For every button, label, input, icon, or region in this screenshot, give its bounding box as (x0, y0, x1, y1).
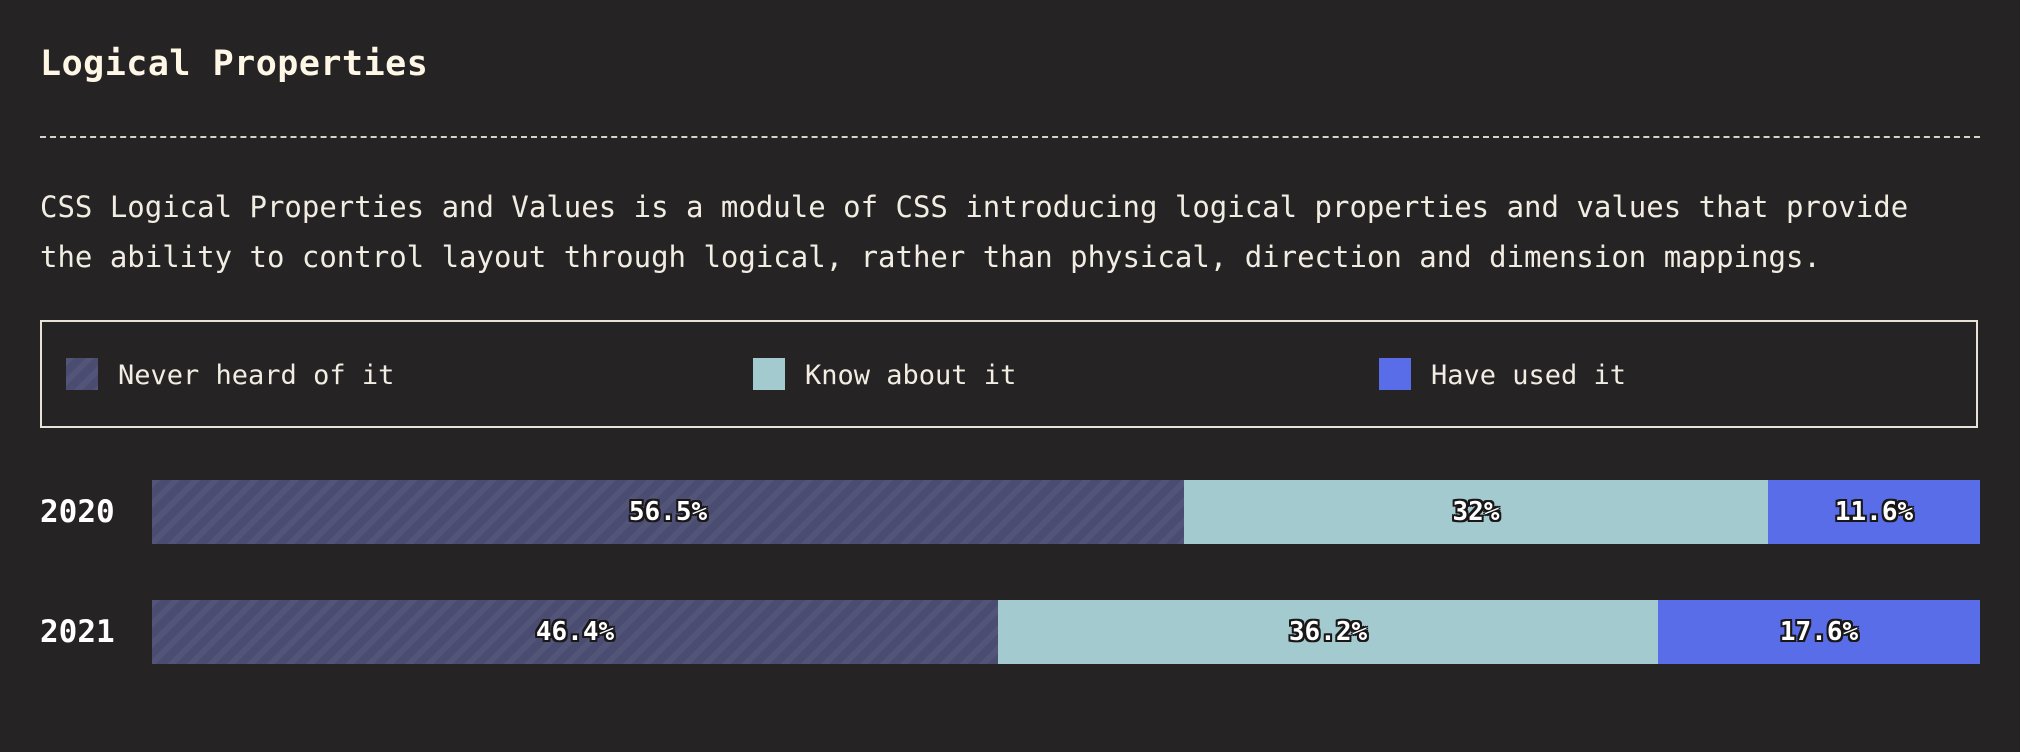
bar-2021: 46.4% 36.2% 17.6% (152, 600, 1980, 664)
legend-label-know-about: Know about it (805, 360, 1017, 391)
chart-title: Logical Properties (40, 44, 429, 84)
chart-legend: Never heard of it Know about it Have use… (40, 320, 1978, 428)
bar-2020: 56.5% 32% 11.6% (152, 480, 1980, 544)
data-label-2021-have-used: 17.6% (1779, 617, 1859, 647)
data-label-2021-never-heard: 46.4% (535, 617, 615, 647)
data-label-2020-have-used: 11.6% (1834, 497, 1914, 527)
bar-segment-2021-have-used[interactable]: 17.6% (1658, 600, 1980, 664)
data-label-2021-know-about: 36.2% (1288, 617, 1368, 647)
data-label-2020-never-heard: 56.5% (628, 497, 708, 527)
row-label-2021: 2021 (40, 614, 115, 650)
stacked-bar-chart: 2020 56.5% 32% 11.6% 2021 46.4% 36.2% 17.6% (40, 480, 1980, 680)
legend-label-have-used: Have used it (1431, 360, 1627, 391)
bar-segment-2021-know-about[interactable]: 36.2% (998, 600, 1658, 664)
bar-segment-2020-have-used[interactable]: 11.6% (1768, 480, 1980, 544)
row-label-2020: 2020 (40, 494, 115, 530)
description-line-1: CSS Logical Properties and Values is a m… (40, 190, 1909, 224)
legend-item-have-used[interactable]: Have used it (1379, 358, 1627, 391)
legend-item-know-about[interactable]: Know about it (753, 358, 1017, 391)
description-line-2: the ability to control layout through lo… (40, 240, 1821, 274)
bar-segment-2020-know-about[interactable]: 32% (1184, 480, 1768, 544)
legend-swatch-never-heard (66, 358, 98, 390)
title-divider (40, 136, 1980, 138)
data-label-2020-know-about: 32% (1452, 497, 1500, 527)
bar-segment-2020-never-heard[interactable]: 56.5% (152, 480, 1184, 544)
legend-label-never-heard: Never heard of it (118, 360, 395, 391)
legend-item-never-heard[interactable]: Never heard of it (66, 358, 395, 391)
chart-card: Logical Properties CSS Logical Propertie… (40, 0, 1980, 752)
chart-description: CSS Logical Properties and Values is a m… (40, 182, 1990, 282)
legend-swatch-know-about (753, 358, 785, 390)
bar-segment-2021-never-heard[interactable]: 46.4% (152, 600, 998, 664)
legend-swatch-have-used (1379, 358, 1411, 390)
